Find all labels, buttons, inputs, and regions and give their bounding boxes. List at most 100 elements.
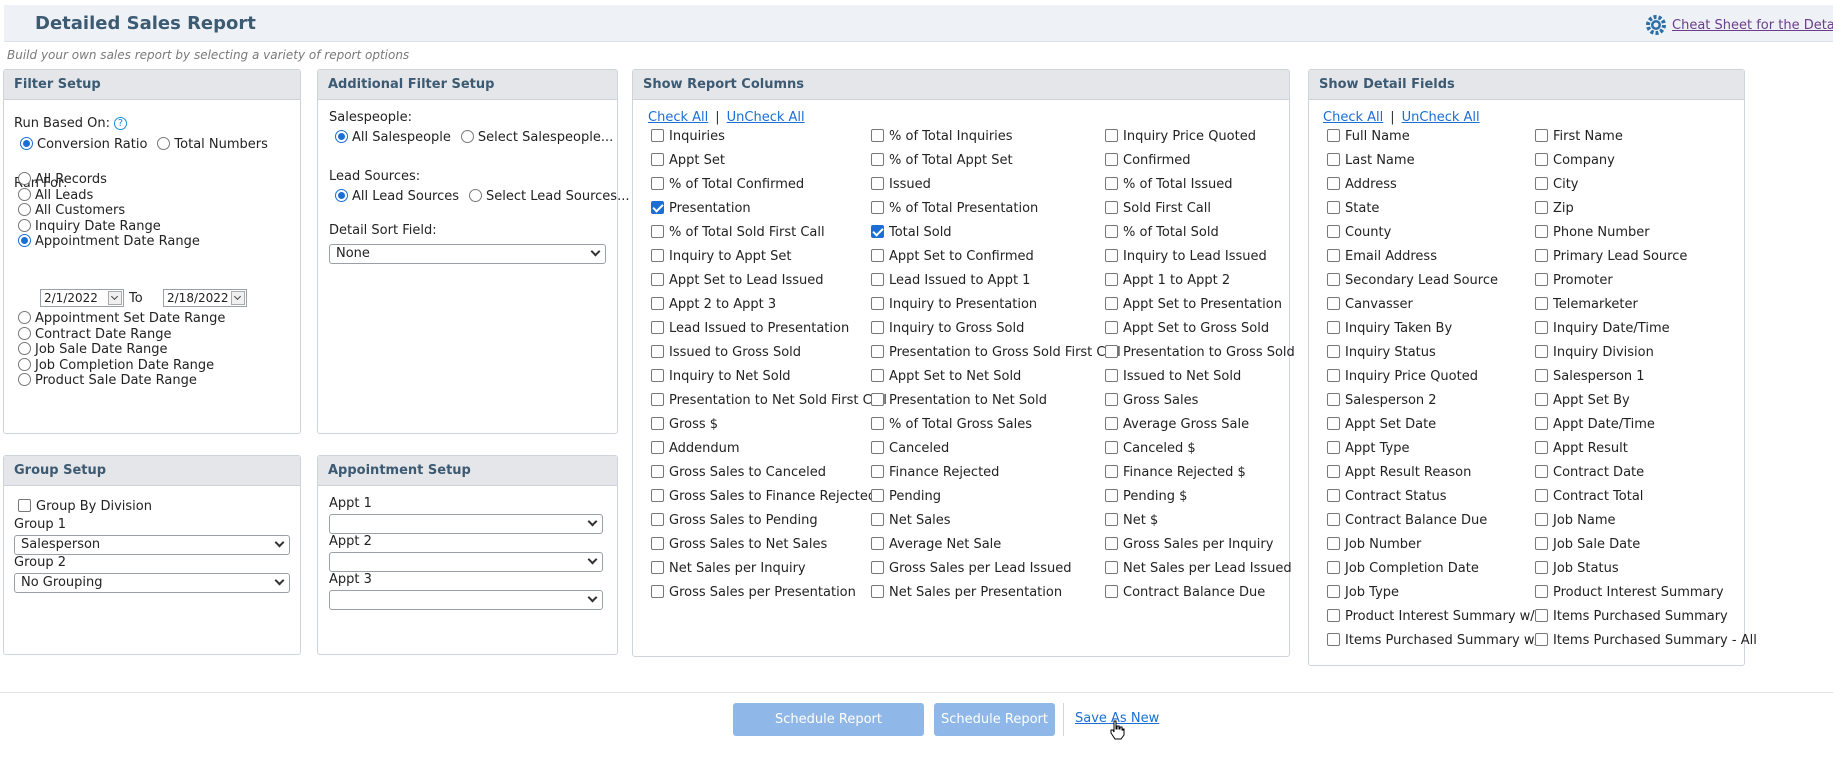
cheat-sheet-link[interactable]: Cheat Sheet for the Detailed — [1672, 18, 1833, 33]
option-job-status[interactable]: Job Status — [1535, 561, 1619, 576]
option-salesperson-2[interactable]: Salesperson 2 — [1327, 393, 1437, 408]
checkbox[interactable] — [651, 465, 664, 478]
option-canceled[interactable]: Canceled $ — [1105, 441, 1196, 456]
option-issued[interactable]: Issued — [871, 177, 931, 192]
option-state[interactable]: State — [1327, 201, 1379, 216]
checkbox[interactable] — [1105, 153, 1118, 166]
option-average-net-sale[interactable]: Average Net Sale — [871, 537, 1001, 552]
sort-field-select[interactable]: None — [329, 244, 606, 264]
radio-button[interactable] — [18, 203, 31, 216]
checkbox[interactable] — [1327, 273, 1340, 286]
check-all-link[interactable]: Check All — [648, 110, 708, 125]
option-of-total-gross-sales[interactable]: % of Total Gross Sales — [871, 417, 1032, 432]
option-first-name[interactable]: First Name — [1535, 129, 1623, 144]
option-items-purchased-summary[interactable]: Items Purchased Summary — [1535, 609, 1728, 624]
option-gross-sales-to-net-sales[interactable]: Gross Sales to Net Sales — [651, 537, 827, 552]
checkbox[interactable] — [871, 177, 884, 190]
option-address[interactable]: Address — [1327, 177, 1397, 192]
option-inquiry-to-lead-issued[interactable]: Inquiry to Lead Issued — [1105, 249, 1267, 264]
option-all-leads[interactable]: All Leads — [18, 187, 93, 203]
checkbox[interactable] — [1327, 417, 1340, 430]
checkbox[interactable] — [871, 537, 884, 550]
calendar-dropdown-icon[interactable] — [231, 291, 245, 305]
checkbox[interactable] — [1535, 561, 1548, 574]
checkbox[interactable] — [651, 513, 664, 526]
option-gross-sales-to-finance-rejected[interactable]: Gross Sales to Finance Rejected — [651, 489, 876, 504]
option-contract-total[interactable]: Contract Total — [1535, 489, 1643, 504]
option-all-salespeople[interactable]: All Salespeople — [335, 130, 451, 145]
option-appt-result[interactable]: Appt Result — [1535, 441, 1628, 456]
checkbox[interactable] — [1327, 177, 1340, 190]
option-full-name[interactable]: Full Name — [1327, 129, 1410, 144]
option-select-lead-sources[interactable]: Select Lead Sources... — [469, 189, 629, 204]
checkbox[interactable] — [1105, 513, 1118, 526]
checkbox[interactable] — [1105, 489, 1118, 502]
radio-button[interactable] — [460, 130, 474, 143]
checkbox[interactable] — [1327, 321, 1340, 334]
schedule-immediately-button[interactable]: Schedule Report Immediately — [733, 703, 924, 760]
checkbox[interactable] — [651, 201, 664, 214]
option-of-total-inquiries[interactable]: % of Total Inquiries — [871, 129, 1013, 144]
checkbox[interactable] — [1327, 153, 1340, 166]
option-appt-set-to-confirmed[interactable]: Appt Set to Confirmed — [871, 249, 1034, 264]
option-canceled[interactable]: Canceled — [871, 441, 949, 456]
option-gross-sales-per-presentation[interactable]: Gross Sales per Presentation — [651, 585, 856, 600]
appt1-select[interactable] — [329, 514, 603, 534]
option-job-type[interactable]: Job Type — [1327, 585, 1399, 600]
option-select-salespeople[interactable]: Select Salespeople... — [460, 130, 613, 145]
checkbox[interactable] — [1327, 585, 1340, 598]
checkbox[interactable] — [1535, 273, 1548, 286]
checkbox[interactable] — [1327, 633, 1340, 646]
checkbox[interactable] — [1105, 561, 1118, 574]
checkbox[interactable] — [651, 345, 664, 358]
checkbox[interactable] — [651, 417, 664, 430]
checkbox[interactable] — [1105, 225, 1118, 238]
checkbox[interactable] — [1535, 585, 1548, 598]
option-contract-date[interactable]: Contract Date — [1535, 465, 1644, 480]
option-city[interactable]: City — [1535, 177, 1578, 192]
option-pending[interactable]: Pending — [871, 489, 941, 504]
option-inquiry-status[interactable]: Inquiry Status — [1327, 345, 1436, 360]
checkbox[interactable] — [1327, 249, 1340, 262]
date-to-input[interactable]: 2/18/2022 — [163, 289, 247, 307]
checkbox[interactable] — [1535, 345, 1548, 358]
radio-button[interactable] — [18, 218, 31, 232]
checkbox[interactable] — [871, 393, 884, 406]
help-icon[interactable]: ? — [113, 117, 127, 130]
option-net[interactable]: Net $ — [1105, 513, 1158, 528]
radio-button[interactable] — [157, 137, 171, 150]
option-gross-sales-per-inquiry[interactable]: Gross Sales per Inquiry — [1105, 537, 1273, 552]
option-phone-number[interactable]: Phone Number — [1535, 225, 1650, 240]
checkbox[interactable] — [1105, 129, 1118, 142]
radio-button[interactable] — [18, 187, 31, 201]
option-inquiry-to-gross-sold[interactable]: Inquiry to Gross Sold — [871, 321, 1024, 336]
option-inquiries[interactable]: Inquiries — [651, 129, 725, 144]
checkbox[interactable] — [871, 273, 884, 286]
option-gross-sales-to-pending[interactable]: Gross Sales to Pending — [651, 513, 818, 528]
option-addendum[interactable]: Addendum — [651, 441, 740, 456]
checkbox[interactable] — [1327, 489, 1340, 502]
checkbox[interactable] — [1535, 609, 1548, 622]
option-inquiry-price-quoted[interactable]: Inquiry Price Quoted — [1327, 369, 1478, 384]
option-gross[interactable]: Gross $ — [651, 417, 718, 432]
checkbox[interactable] — [1105, 369, 1118, 382]
option-job-name[interactable]: Job Name — [1535, 513, 1616, 528]
checkbox[interactable] — [1535, 633, 1548, 646]
checkbox[interactable] — [1535, 177, 1548, 190]
option-product-interest-summary[interactable]: Product Interest Summary — [1535, 585, 1724, 600]
option-finance-rejected[interactable]: Finance Rejected — [871, 465, 999, 480]
checkbox[interactable] — [1535, 513, 1548, 526]
option-appt-set-to-lead-issued[interactable]: Appt Set to Lead Issued — [651, 273, 824, 288]
option-issued-to-gross-sold[interactable]: Issued to Gross Sold — [651, 345, 801, 360]
checkbox[interactable] — [1105, 417, 1118, 430]
checkbox[interactable] — [871, 417, 884, 430]
schedule-report-button[interactable]: Schedule Report — [934, 703, 1055, 736]
checkbox[interactable] — [871, 201, 884, 214]
checkbox[interactable] — [1535, 153, 1548, 166]
option-appointment-date-range[interactable]: Appointment Date Range — [18, 234, 200, 249]
option-job-number[interactable]: Job Number — [1327, 537, 1421, 552]
checkbox[interactable] — [1105, 321, 1118, 334]
checkbox[interactable] — [1105, 393, 1118, 406]
option-items-purchased-summary-all[interactable]: Items Purchased Summary - All — [1535, 633, 1757, 648]
checkbox[interactable] — [651, 369, 664, 382]
